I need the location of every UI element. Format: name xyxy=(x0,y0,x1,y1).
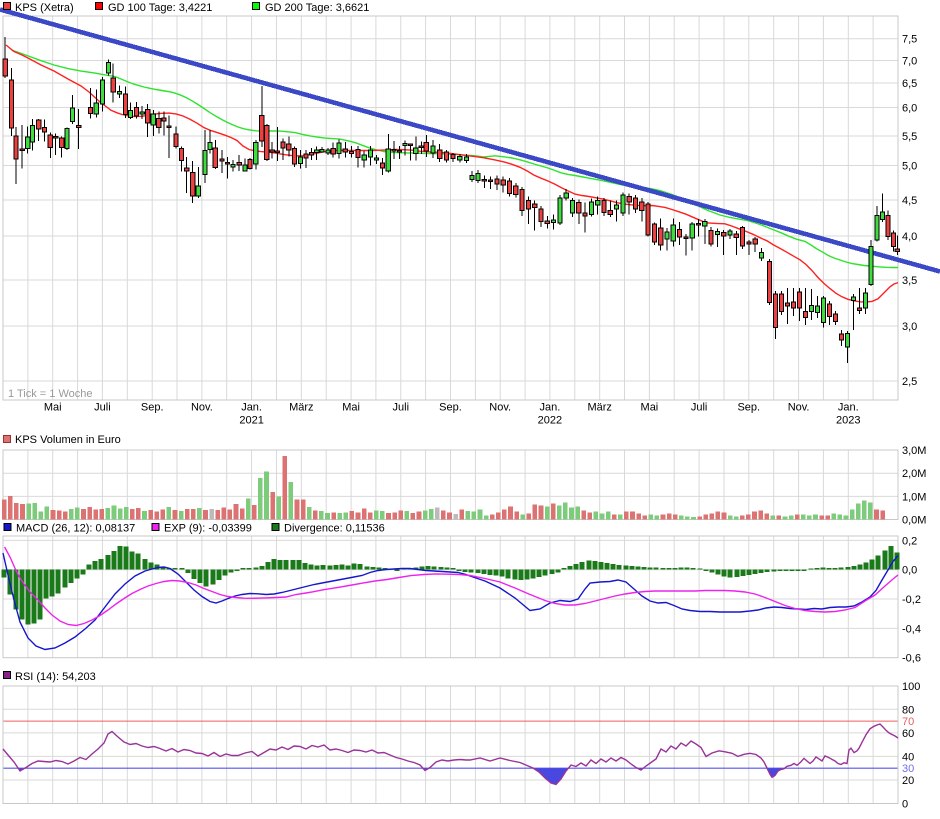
svg-text:Nov.: Nov. xyxy=(788,402,810,414)
svg-text:100: 100 xyxy=(902,681,920,693)
svg-text:5,0: 5,0 xyxy=(902,161,917,173)
svg-text:2022: 2022 xyxy=(538,415,562,427)
svg-text:6,5: 6,5 xyxy=(902,78,917,90)
svg-text:Juli: Juli xyxy=(691,402,708,414)
svg-text:40: 40 xyxy=(902,751,914,763)
svg-text:2,5: 2,5 xyxy=(902,376,917,388)
svg-text:März: März xyxy=(289,402,313,414)
svg-text:3,5: 3,5 xyxy=(902,275,917,287)
svg-text:1,0M: 1,0M xyxy=(902,491,926,503)
svg-text:Mai: Mai xyxy=(641,402,659,414)
svg-text:RSI (14): 54,203: RSI (14): 54,203 xyxy=(15,671,96,683)
svg-text:2,0M: 2,0M xyxy=(902,468,926,480)
svg-text:Juli: Juli xyxy=(94,402,111,414)
svg-text:Jan.: Jan. xyxy=(838,402,859,414)
svg-text:GD 200 Tage: 3,6621: GD 200 Tage: 3,6621 xyxy=(265,2,369,14)
svg-text:KPS Volumen in Euro: KPS Volumen in Euro xyxy=(15,434,121,446)
svg-text:3,0M: 3,0M xyxy=(902,445,926,457)
svg-text:70: 70 xyxy=(902,716,914,728)
svg-text:Mai: Mai xyxy=(342,402,360,414)
svg-text:60: 60 xyxy=(902,728,914,740)
svg-text:-0,6: -0,6 xyxy=(902,653,921,665)
svg-text:2021: 2021 xyxy=(239,415,263,427)
svg-text:Sep.: Sep. xyxy=(737,402,760,414)
svg-text:2023: 2023 xyxy=(836,415,860,427)
svg-text:0,0: 0,0 xyxy=(902,565,917,577)
svg-text:Jan.: Jan. xyxy=(241,402,262,414)
svg-text:Nov.: Nov. xyxy=(489,402,511,414)
svg-text:4,5: 4,5 xyxy=(902,195,917,207)
svg-text:März: März xyxy=(587,402,611,414)
svg-text:Juli: Juli xyxy=(393,402,410,414)
svg-text:Sep.: Sep. xyxy=(141,402,164,414)
svg-text:GD 100 Tage: 3,4221: GD 100 Tage: 3,4221 xyxy=(108,2,212,14)
svg-text:EXP (9): -0,03399: EXP (9): -0,03399 xyxy=(164,523,252,535)
svg-text:Nov.: Nov. xyxy=(191,402,213,414)
svg-text:-0,4: -0,4 xyxy=(902,623,921,635)
svg-text:0,2: 0,2 xyxy=(902,535,917,547)
svg-text:Divergence: 0,11536: Divergence: 0,11536 xyxy=(284,523,385,535)
svg-text:MACD (26, 12): 0,08137: MACD (26, 12): 0,08137 xyxy=(16,523,135,535)
svg-text:5,5: 5,5 xyxy=(902,131,917,143)
svg-text:Mai: Mai xyxy=(44,402,62,414)
svg-text:4,0: 4,0 xyxy=(902,231,917,243)
svg-text:0,0M: 0,0M xyxy=(902,515,926,527)
svg-text:-0,2: -0,2 xyxy=(902,594,921,606)
svg-text:0: 0 xyxy=(902,799,908,811)
svg-text:KPS (Xetra): KPS (Xetra) xyxy=(15,2,74,14)
svg-text:7,0: 7,0 xyxy=(902,56,917,68)
svg-text:3,0: 3,0 xyxy=(902,321,917,333)
svg-text:1 Tick = 1 Woche: 1 Tick = 1 Woche xyxy=(8,388,92,400)
svg-text:Sep.: Sep. xyxy=(439,402,462,414)
svg-text:30: 30 xyxy=(902,763,914,775)
svg-text:Jan.: Jan. xyxy=(540,402,561,414)
svg-text:80: 80 xyxy=(902,704,914,716)
svg-text:6,0: 6,0 xyxy=(902,103,917,115)
svg-text:7,5: 7,5 xyxy=(902,34,917,46)
svg-text:20: 20 xyxy=(902,775,914,787)
